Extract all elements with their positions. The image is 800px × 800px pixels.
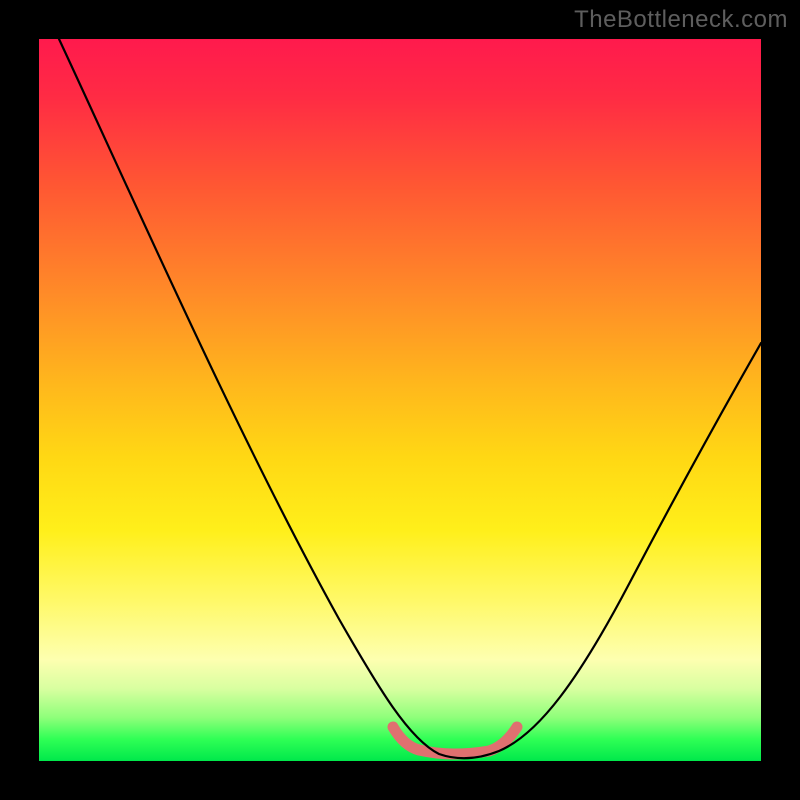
- bottleneck-chart: [39, 39, 761, 761]
- watermark-text: TheBottleneck.com: [574, 6, 788, 34]
- bottleneck-curve-line: [59, 39, 761, 758]
- chart-frame: TheBottleneck.com: [0, 0, 800, 800]
- plot-area: [39, 39, 761, 761]
